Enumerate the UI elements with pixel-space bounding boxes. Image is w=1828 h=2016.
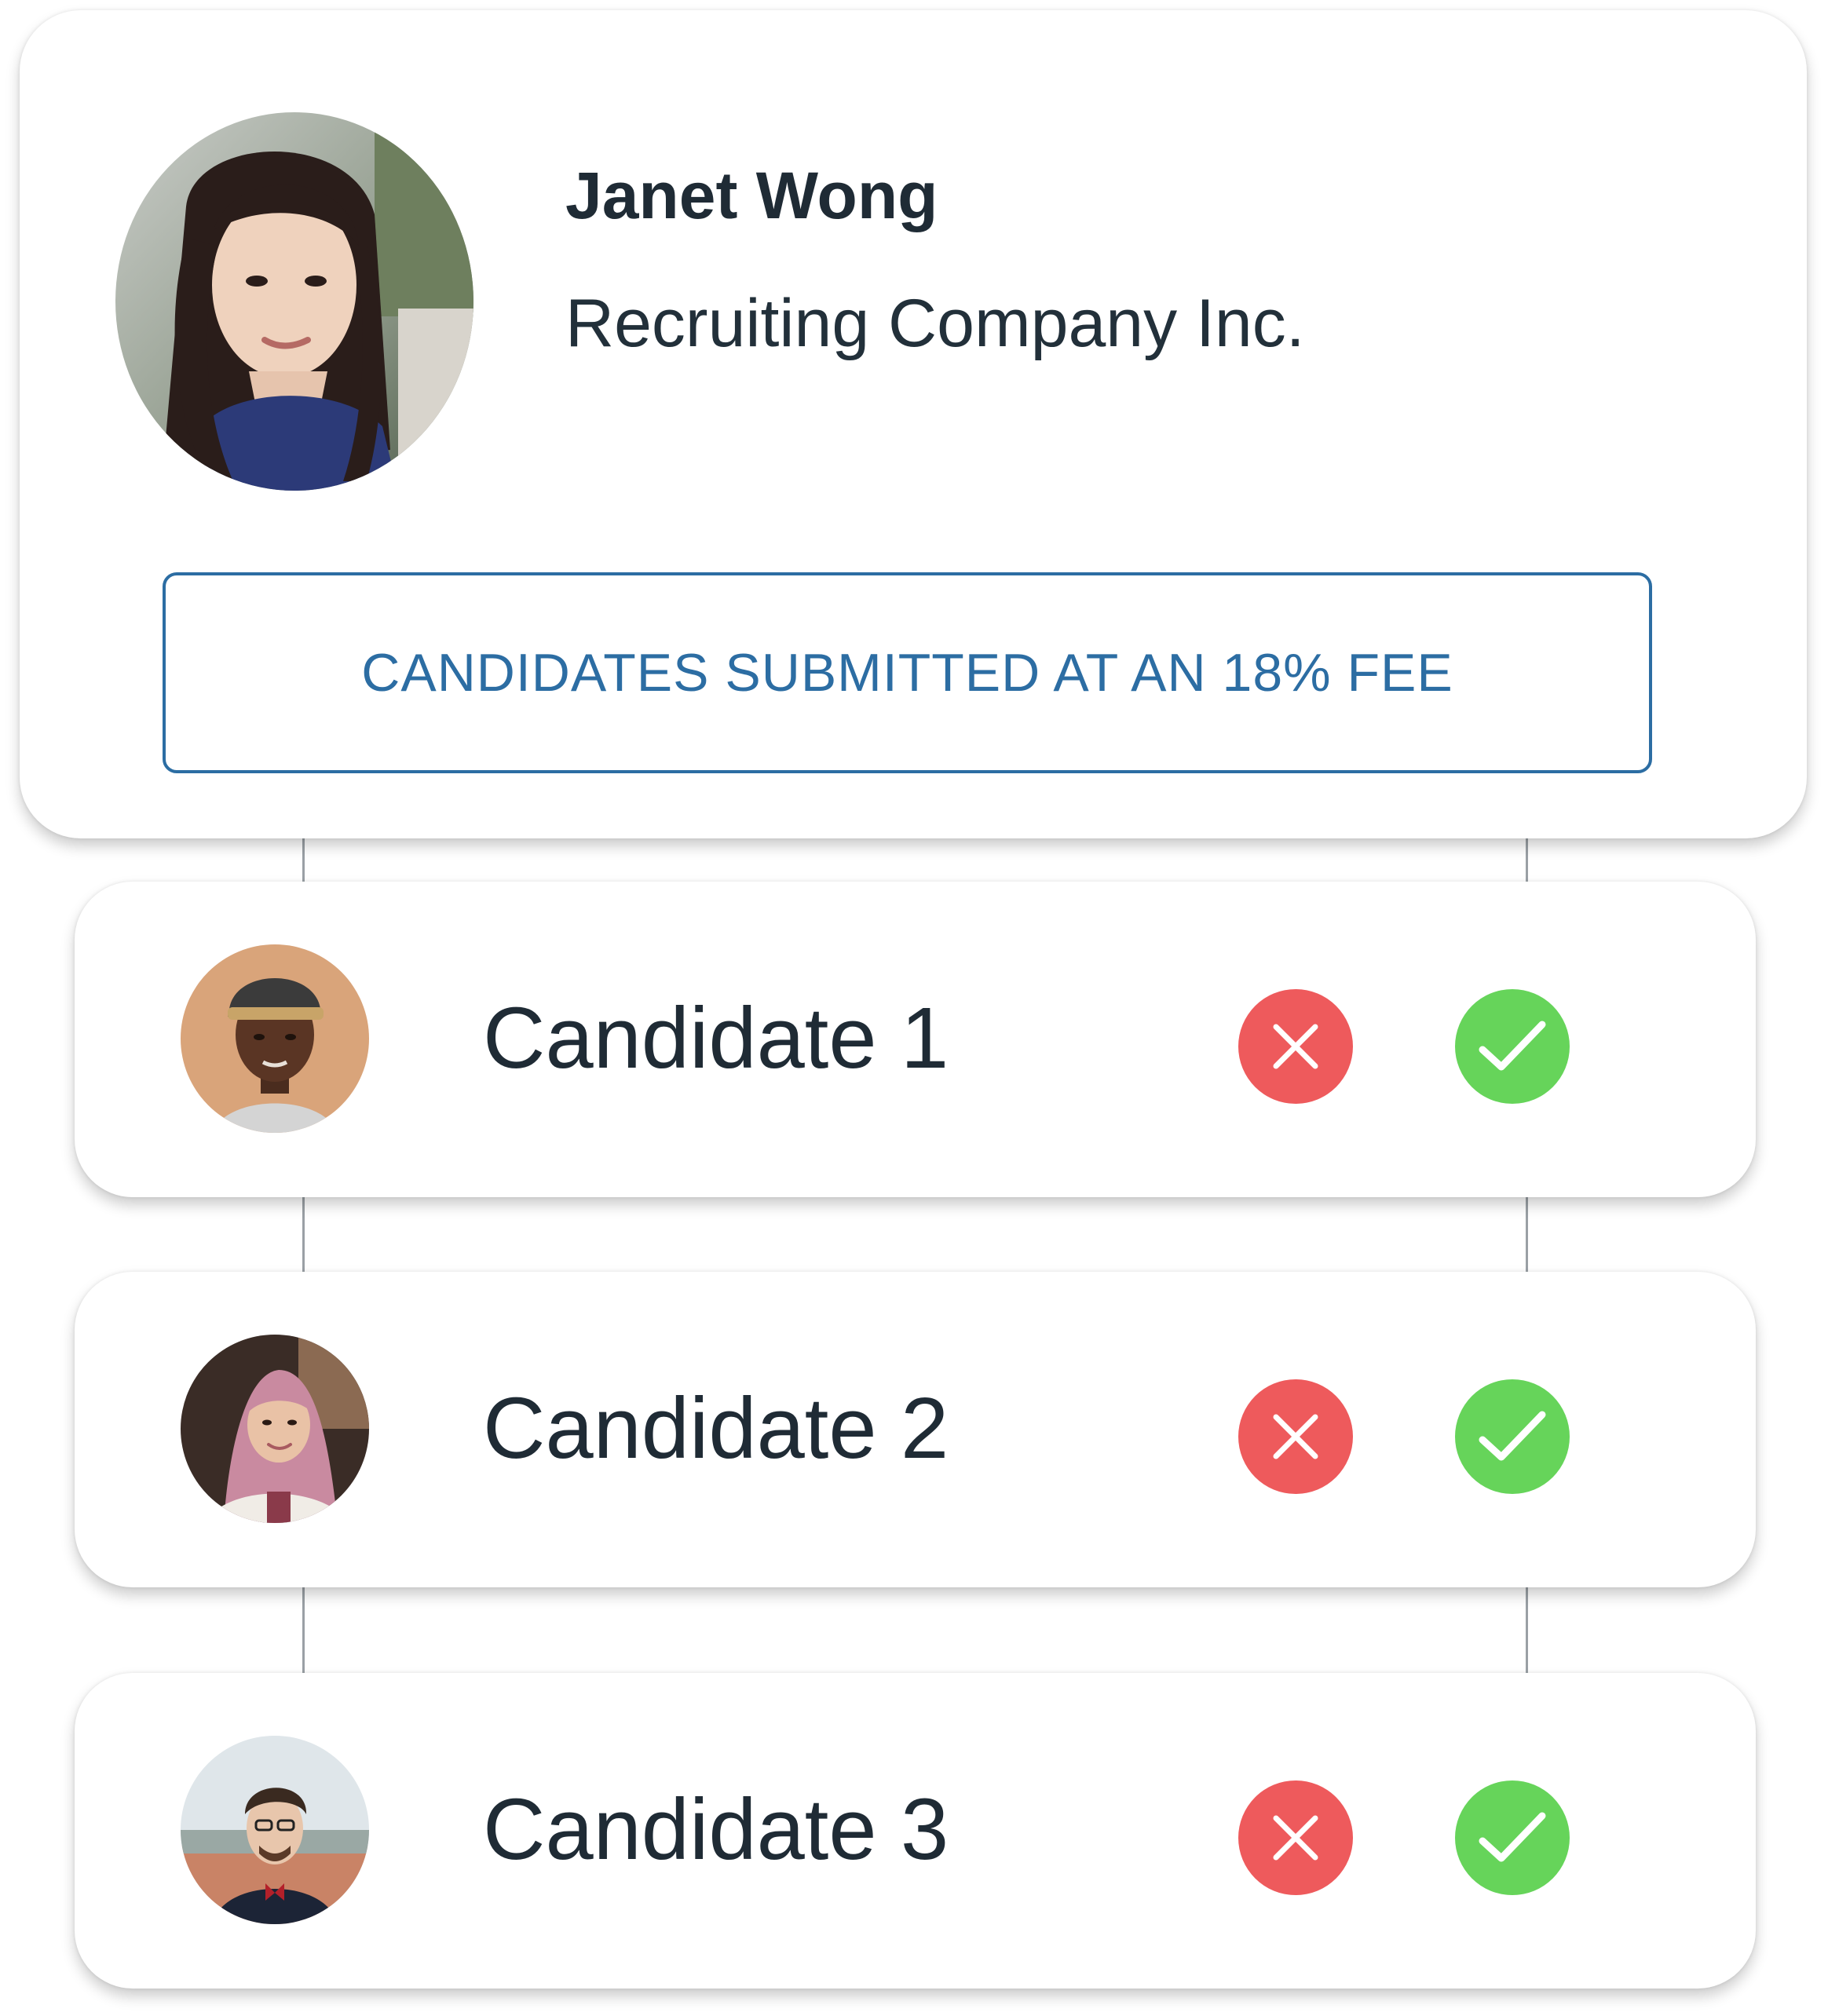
candidate-card-2: Candidate 2 [75, 1272, 1756, 1587]
reject-button-3[interactable] [1238, 1780, 1353, 1895]
candidate-name-3: Candidate 3 [483, 1781, 949, 1878]
close-icon [1273, 1815, 1318, 1861]
candidate-name-1: Candidate 1 [483, 990, 949, 1087]
connector-line-left-1 [302, 838, 305, 882]
check-icon [1479, 1021, 1546, 1071]
connector-line-left-3 [302, 1587, 305, 1673]
close-icon [1273, 1414, 1318, 1459]
candidate-photo-icon [181, 944, 369, 1133]
reject-button-1[interactable] [1238, 989, 1353, 1104]
fee-notice-box: CANDIDATES SUBMITTED AT AN 18% FEE [163, 572, 1652, 773]
accept-button-2[interactable] [1455, 1379, 1570, 1494]
recruiter-avatar [115, 112, 473, 491]
recruiter-card: Janet Wong Recruiting Company Inc. CANDI… [20, 10, 1807, 838]
accept-button-1[interactable] [1455, 989, 1570, 1104]
candidate-photo-icon [181, 1736, 369, 1924]
accept-button-3[interactable] [1455, 1780, 1570, 1895]
fee-notice-text: CANDIDATES SUBMITTED AT AN 18% FEE [361, 643, 1453, 703]
connector-line-right-1 [1526, 838, 1528, 882]
connector-line-right-3 [1526, 1587, 1528, 1673]
recruiter-company: Recruiting Company Inc. [565, 286, 1305, 361]
candidate-avatar-3 [181, 1736, 369, 1924]
recruiter-photo-icon [115, 112, 473, 491]
check-icon [1479, 1411, 1546, 1461]
recruiter-name: Janet Wong [565, 159, 938, 232]
candidate-name-2: Candidate 2 [483, 1380, 949, 1477]
connector-line-left-2 [302, 1196, 305, 1272]
connector-line-right-2 [1526, 1196, 1528, 1272]
candidate-photo-icon [181, 1335, 369, 1523]
candidate-avatar-2 [181, 1335, 369, 1523]
candidate-avatar-1 [181, 944, 369, 1133]
close-icon [1273, 1024, 1318, 1069]
candidate-card-3: Candidate 3 [75, 1673, 1756, 1989]
check-icon [1479, 1812, 1546, 1862]
reject-button-2[interactable] [1238, 1379, 1353, 1494]
candidate-card-1: Candidate 1 [75, 882, 1756, 1197]
